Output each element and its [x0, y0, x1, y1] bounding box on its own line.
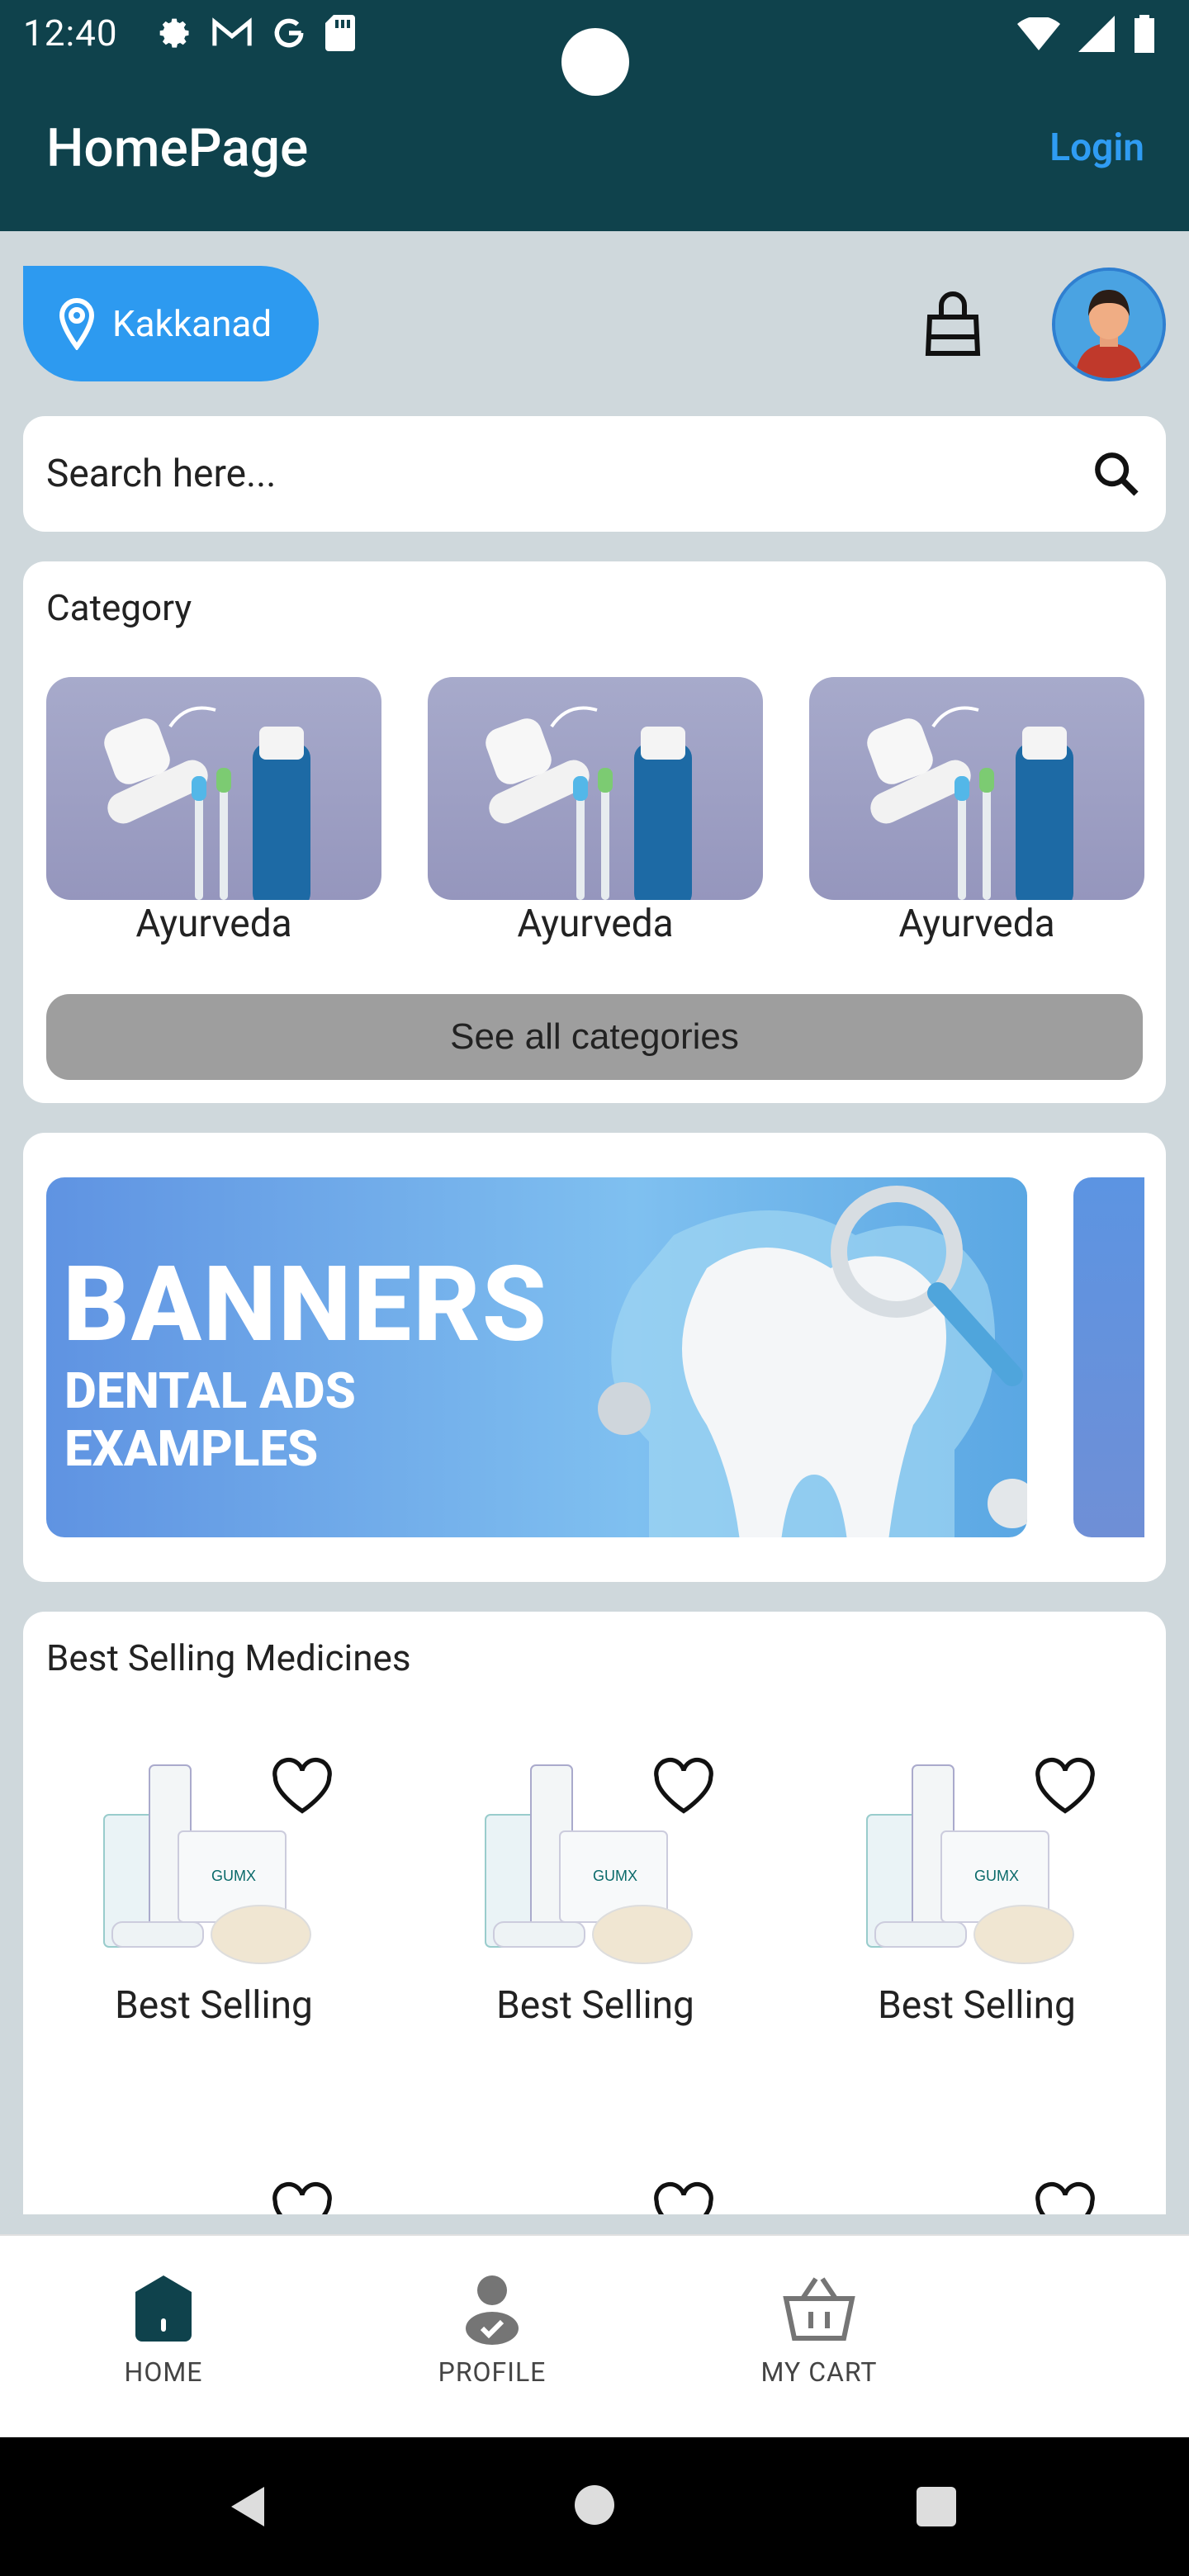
category-item[interactable]: Ayurveda [809, 677, 1144, 946]
favorite-heart-icon[interactable] [651, 1757, 717, 1816]
user-avatar-icon [1055, 271, 1163, 378]
banner-subline: DENTAL ADS EXAMPLES [64, 1361, 356, 1478]
nav-label-home: HOME [124, 2356, 203, 2388]
see-all-categories-button[interactable]: See all categories [46, 994, 1143, 1080]
category-label: Ayurveda [517, 902, 674, 946]
product-item[interactable]: GUMX Best Selling [428, 1757, 763, 2028]
search-bar[interactable] [23, 416, 1166, 532]
bottom-navigation: HOME PROFILE MY CART [0, 2234, 1189, 2437]
login-button[interactable]: Login [1049, 125, 1144, 170]
product-label: Best Selling [878, 1983, 1076, 2028]
favorite-heart-icon[interactable] [651, 2181, 717, 2214]
nav-item-profile[interactable]: PROFILE [393, 2272, 591, 2388]
category-item[interactable]: Ayurveda [428, 677, 763, 946]
category-image [428, 677, 763, 900]
best-selling-title: Best Selling Medicines [46, 1636, 411, 1679]
svg-text:GUMX: GUMX [211, 1868, 256, 1884]
shopping-bag-icon[interactable] [923, 291, 983, 360]
category-label: Ayurveda [135, 902, 292, 946]
profile-icon [466, 2275, 519, 2345]
product-item[interactable]: GUMX Best Selling [46, 1757, 381, 2028]
status-bar: 12:40 [0, 0, 1189, 96]
signal-icon [1078, 16, 1115, 52]
settings-icon [159, 18, 189, 48]
status-icons-right [1017, 15, 1156, 53]
favorite-heart-icon[interactable] [269, 2181, 335, 2214]
home-system-icon[interactable] [573, 2484, 616, 2526]
location-label: Kakkanad [112, 302, 272, 345]
banner-card: BANNERS DENTAL ADS EXAMPLES [23, 1133, 1166, 1582]
svg-text:GUMX: GUMX [593, 1868, 637, 1884]
recents-icon[interactable] [915, 2485, 958, 2528]
product-image: GUMX [46, 1757, 381, 1972]
google-icon [274, 18, 304, 48]
wifi-icon [1017, 17, 1060, 50]
category-image [809, 677, 1144, 900]
nav-label-cart: MY CART [760, 2356, 878, 2388]
avatar[interactable] [1052, 268, 1166, 381]
page-title: HomePage [46, 117, 309, 179]
gmail-icon [212, 17, 252, 46]
home-icon [135, 2275, 192, 2342]
favorite-heart-icon[interactable] [1032, 1757, 1098, 1816]
category-label: Ayurveda [898, 902, 1055, 946]
product-image: GUMX [428, 1757, 763, 1972]
banner-slide[interactable]: BANNERS DENTAL ADS EXAMPLES [46, 1177, 1027, 1537]
best-selling-card: Best Selling Medicines GUMX Best Selling [23, 1612, 1166, 2214]
category-title: Category [46, 586, 192, 629]
favorite-heart-icon[interactable] [269, 1757, 335, 1816]
category-item[interactable]: Ayurveda [46, 677, 381, 946]
cart-icon [783, 2277, 855, 2341]
back-icon[interactable] [225, 2484, 271, 2530]
location-button[interactable]: Kakkanad [23, 266, 319, 381]
svg-text:GUMX: GUMX [974, 1868, 1019, 1884]
favorite-heart-icon[interactable] [1032, 2181, 1098, 2214]
nav-item-cart[interactable]: MY CART [720, 2272, 918, 2388]
location-pin-icon [59, 298, 95, 350]
system-navigation-bar [0, 2437, 1189, 2576]
product-label: Best Selling [115, 1983, 313, 2028]
banner-headline: BANNERS [63, 1243, 548, 1366]
sd-card-icon [325, 15, 355, 51]
status-icons-left [157, 15, 355, 51]
search-input[interactable] [46, 452, 1090, 496]
product-label: Best Selling [496, 1983, 694, 2028]
battery-icon [1135, 15, 1154, 53]
camera-cutout [561, 28, 629, 96]
banner-next-slide[interactable] [1073, 1177, 1144, 1537]
category-card: Category Ayurveda Ayurveda Ayurveda See … [23, 561, 1166, 1103]
status-time: 12:40 [23, 12, 118, 54]
search-icon[interactable] [1090, 447, 1143, 500]
category-image [46, 677, 381, 900]
product-image: GUMX [809, 1757, 1144, 1972]
nav-label-profile: PROFILE [438, 2356, 547, 2388]
product-item[interactable]: GUMX Best Selling [809, 1757, 1144, 2028]
app-header: 12:40 HomePage Login [0, 0, 1189, 231]
nav-item-home[interactable]: HOME [64, 2272, 263, 2388]
